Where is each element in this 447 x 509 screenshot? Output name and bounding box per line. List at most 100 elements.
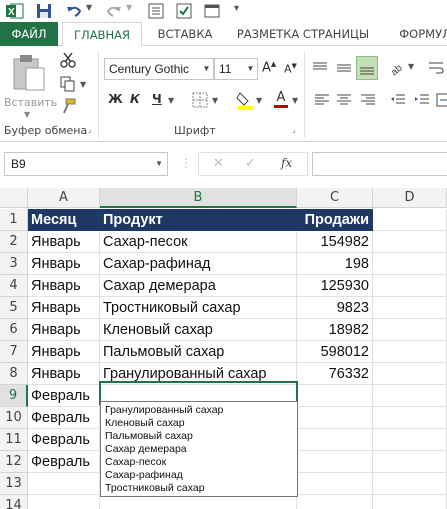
- table-cell[interactable]: [100, 495, 297, 509]
- table-cell[interactable]: Пальмовый сахар: [100, 341, 297, 363]
- tab-home[interactable]: ГЛАВНАЯ: [62, 22, 142, 47]
- align-top-icon[interactable]: [312, 60, 328, 76]
- row-header[interactable]: 2: [0, 231, 28, 253]
- grow-font-button[interactable]: A▲: [262, 60, 276, 75]
- merge-cells-icon[interactable]: [436, 92, 447, 108]
- autocomplete-item[interactable]: Тростниковый сахар: [101, 482, 297, 495]
- increase-indent-icon[interactable]: [414, 92, 430, 108]
- fill-color-dropdown-icon[interactable]: ▼: [256, 96, 262, 105]
- table-cell[interactable]: [373, 231, 447, 253]
- row-header[interactable]: 3: [0, 253, 28, 275]
- table-cell[interactable]: Январь: [28, 231, 100, 253]
- table-cell[interactable]: Февраль: [28, 385, 100, 407]
- align-right-icon[interactable]: [360, 92, 376, 108]
- table-cell[interactable]: 76332: [297, 363, 373, 385]
- italic-button[interactable]: К: [130, 92, 140, 106]
- undo-dropdown-icon[interactable]: ▼: [86, 3, 92, 19]
- table-cell[interactable]: [28, 473, 100, 495]
- table-header-cell[interactable]: Месяц: [28, 209, 100, 231]
- undo-icon[interactable]: [66, 3, 82, 19]
- table-cell[interactable]: [297, 385, 373, 407]
- font-size-dropdown[interactable]: 11 ▼: [214, 58, 258, 80]
- underline-button[interactable]: Ч: [152, 92, 162, 106]
- paste-dropdown-icon[interactable]: ▼: [24, 110, 30, 119]
- table-cell[interactable]: [373, 495, 447, 509]
- column-header-c[interactable]: C: [297, 188, 373, 208]
- name-box[interactable]: B9 ▼: [4, 152, 168, 176]
- row-header[interactable]: 12: [0, 451, 28, 473]
- font-color-button[interactable]: A: [274, 90, 288, 108]
- table-cell[interactable]: [373, 253, 447, 275]
- confirm-entry-button[interactable]: ✓: [245, 156, 256, 171]
- window-icon[interactable]: [204, 3, 220, 19]
- table-header-cell[interactable]: Продажи: [297, 209, 373, 231]
- table-cell[interactable]: [373, 319, 447, 341]
- table-cell[interactable]: [28, 495, 100, 509]
- row-header[interactable]: 7: [0, 341, 28, 363]
- table-cell[interactable]: Сахар-песок: [100, 231, 297, 253]
- paste-button[interactable]: Вставить ▼: [4, 54, 57, 120]
- table-cell[interactable]: 198: [297, 253, 373, 275]
- table-cell[interactable]: [373, 407, 447, 429]
- row-header[interactable]: 14: [0, 495, 28, 509]
- row-header[interactable]: 8: [0, 363, 28, 385]
- redo-icon[interactable]: [106, 3, 122, 19]
- underline-dropdown-icon[interactable]: ▼: [168, 96, 174, 105]
- checkbox-icon[interactable]: [176, 3, 192, 19]
- copy-icon[interactable]: [60, 76, 76, 92]
- table-cell[interactable]: [373, 429, 447, 451]
- wrap-text-icon[interactable]: [428, 60, 444, 76]
- table-cell[interactable]: Январь: [28, 341, 100, 363]
- table-cell[interactable]: [373, 209, 447, 231]
- excel-icon[interactable]: X: [6, 3, 24, 19]
- column-header-a[interactable]: A: [28, 188, 100, 208]
- autocomplete-item[interactable]: Кленовый сахар: [101, 417, 297, 430]
- insert-function-button[interactable]: fx: [281, 156, 292, 170]
- orientation-icon[interactable]: ab: [388, 58, 406, 76]
- table-cell[interactable]: Февраль: [28, 429, 100, 451]
- table-cell[interactable]: [373, 275, 447, 297]
- borders-icon[interactable]: [192, 92, 208, 108]
- row-header[interactable]: 1: [0, 209, 28, 231]
- row-header[interactable]: 5: [0, 297, 28, 319]
- save-icon[interactable]: [36, 3, 52, 19]
- form-icon[interactable]: [148, 3, 164, 19]
- row-header[interactable]: 13: [0, 473, 28, 495]
- table-cell[interactable]: Кленовый сахар: [100, 319, 297, 341]
- table-cell[interactable]: Январь: [28, 275, 100, 297]
- table-cell[interactable]: [297, 407, 373, 429]
- bold-button[interactable]: Ж: [108, 92, 123, 106]
- row-header[interactable]: 9: [0, 385, 28, 407]
- table-cell[interactable]: Тростниковый сахар: [100, 297, 297, 319]
- font-color-dropdown-icon[interactable]: ▼: [292, 96, 298, 105]
- table-cell[interactable]: Сахар-рафинад: [100, 253, 297, 275]
- format-painter-icon[interactable]: [60, 98, 76, 114]
- autocomplete-item[interactable]: Пальмовый сахар: [101, 430, 297, 443]
- table-cell[interactable]: 18982: [297, 319, 373, 341]
- orientation-dropdown-icon[interactable]: ▼: [408, 62, 414, 71]
- table-cell[interactable]: 154982: [297, 231, 373, 253]
- table-cell[interactable]: Февраль: [28, 407, 100, 429]
- table-cell[interactable]: [373, 473, 447, 495]
- table-cell[interactable]: [373, 385, 447, 407]
- align-bottom-button[interactable]: [356, 56, 378, 80]
- table-cell[interactable]: Сахар демерара: [100, 275, 297, 297]
- align-left-icon[interactable]: [314, 92, 330, 108]
- table-cell[interactable]: [373, 297, 447, 319]
- table-cell[interactable]: Январь: [28, 297, 100, 319]
- align-center-icon[interactable]: [336, 92, 352, 108]
- tab-page-layout[interactable]: РАЗМЕТКА СТРАНИЦЫ: [230, 22, 376, 46]
- table-cell[interactable]: Февраль: [28, 451, 100, 473]
- table-cell[interactable]: Январь: [28, 253, 100, 275]
- customize-qat-icon[interactable]: ▾: [234, 3, 239, 19]
- table-cell[interactable]: [297, 495, 373, 509]
- row-header[interactable]: 10: [0, 407, 28, 429]
- table-cell[interactable]: [373, 341, 447, 363]
- table-header-cell[interactable]: Продукт: [100, 209, 297, 231]
- borders-dropdown-icon[interactable]: ▼: [212, 96, 218, 105]
- table-cell[interactable]: [297, 473, 373, 495]
- select-all-corner[interactable]: [0, 188, 28, 208]
- cancel-entry-button[interactable]: ✕: [213, 156, 224, 171]
- copy-dropdown-icon[interactable]: ▼: [80, 80, 86, 89]
- font-launcher-icon[interactable]: ⌟: [292, 125, 296, 134]
